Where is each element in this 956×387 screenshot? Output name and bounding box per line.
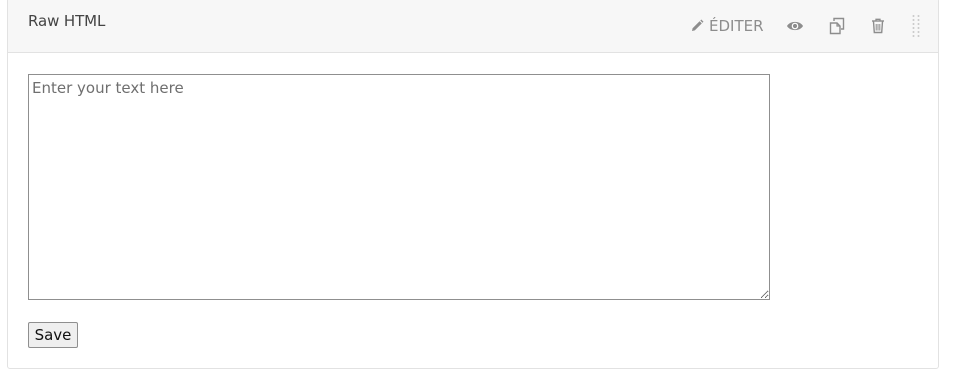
html-content-textarea[interactable] (28, 74, 770, 300)
edit-button[interactable]: ÉDITER (690, 15, 764, 37)
drag-handle-icon (912, 15, 920, 37)
block-actions: ÉDITER (8, 0, 938, 53)
copy-icon (829, 17, 845, 35)
duplicate-button[interactable] (826, 15, 848, 37)
raw-html-block: Raw HTML ÉDITER Enter your text here Sav… (7, 0, 939, 369)
block-header: Raw HTML ÉDITER (8, 0, 938, 53)
edit-button-label: ÉDITER (709, 17, 764, 35)
preview-button[interactable] (784, 15, 806, 37)
pencil-icon (692, 19, 704, 31)
delete-button[interactable] (867, 15, 889, 37)
save-button[interactable]: Save (28, 322, 78, 348)
drag-handle[interactable] (911, 14, 921, 38)
trash-icon (872, 18, 884, 34)
eye-icon (787, 21, 803, 31)
